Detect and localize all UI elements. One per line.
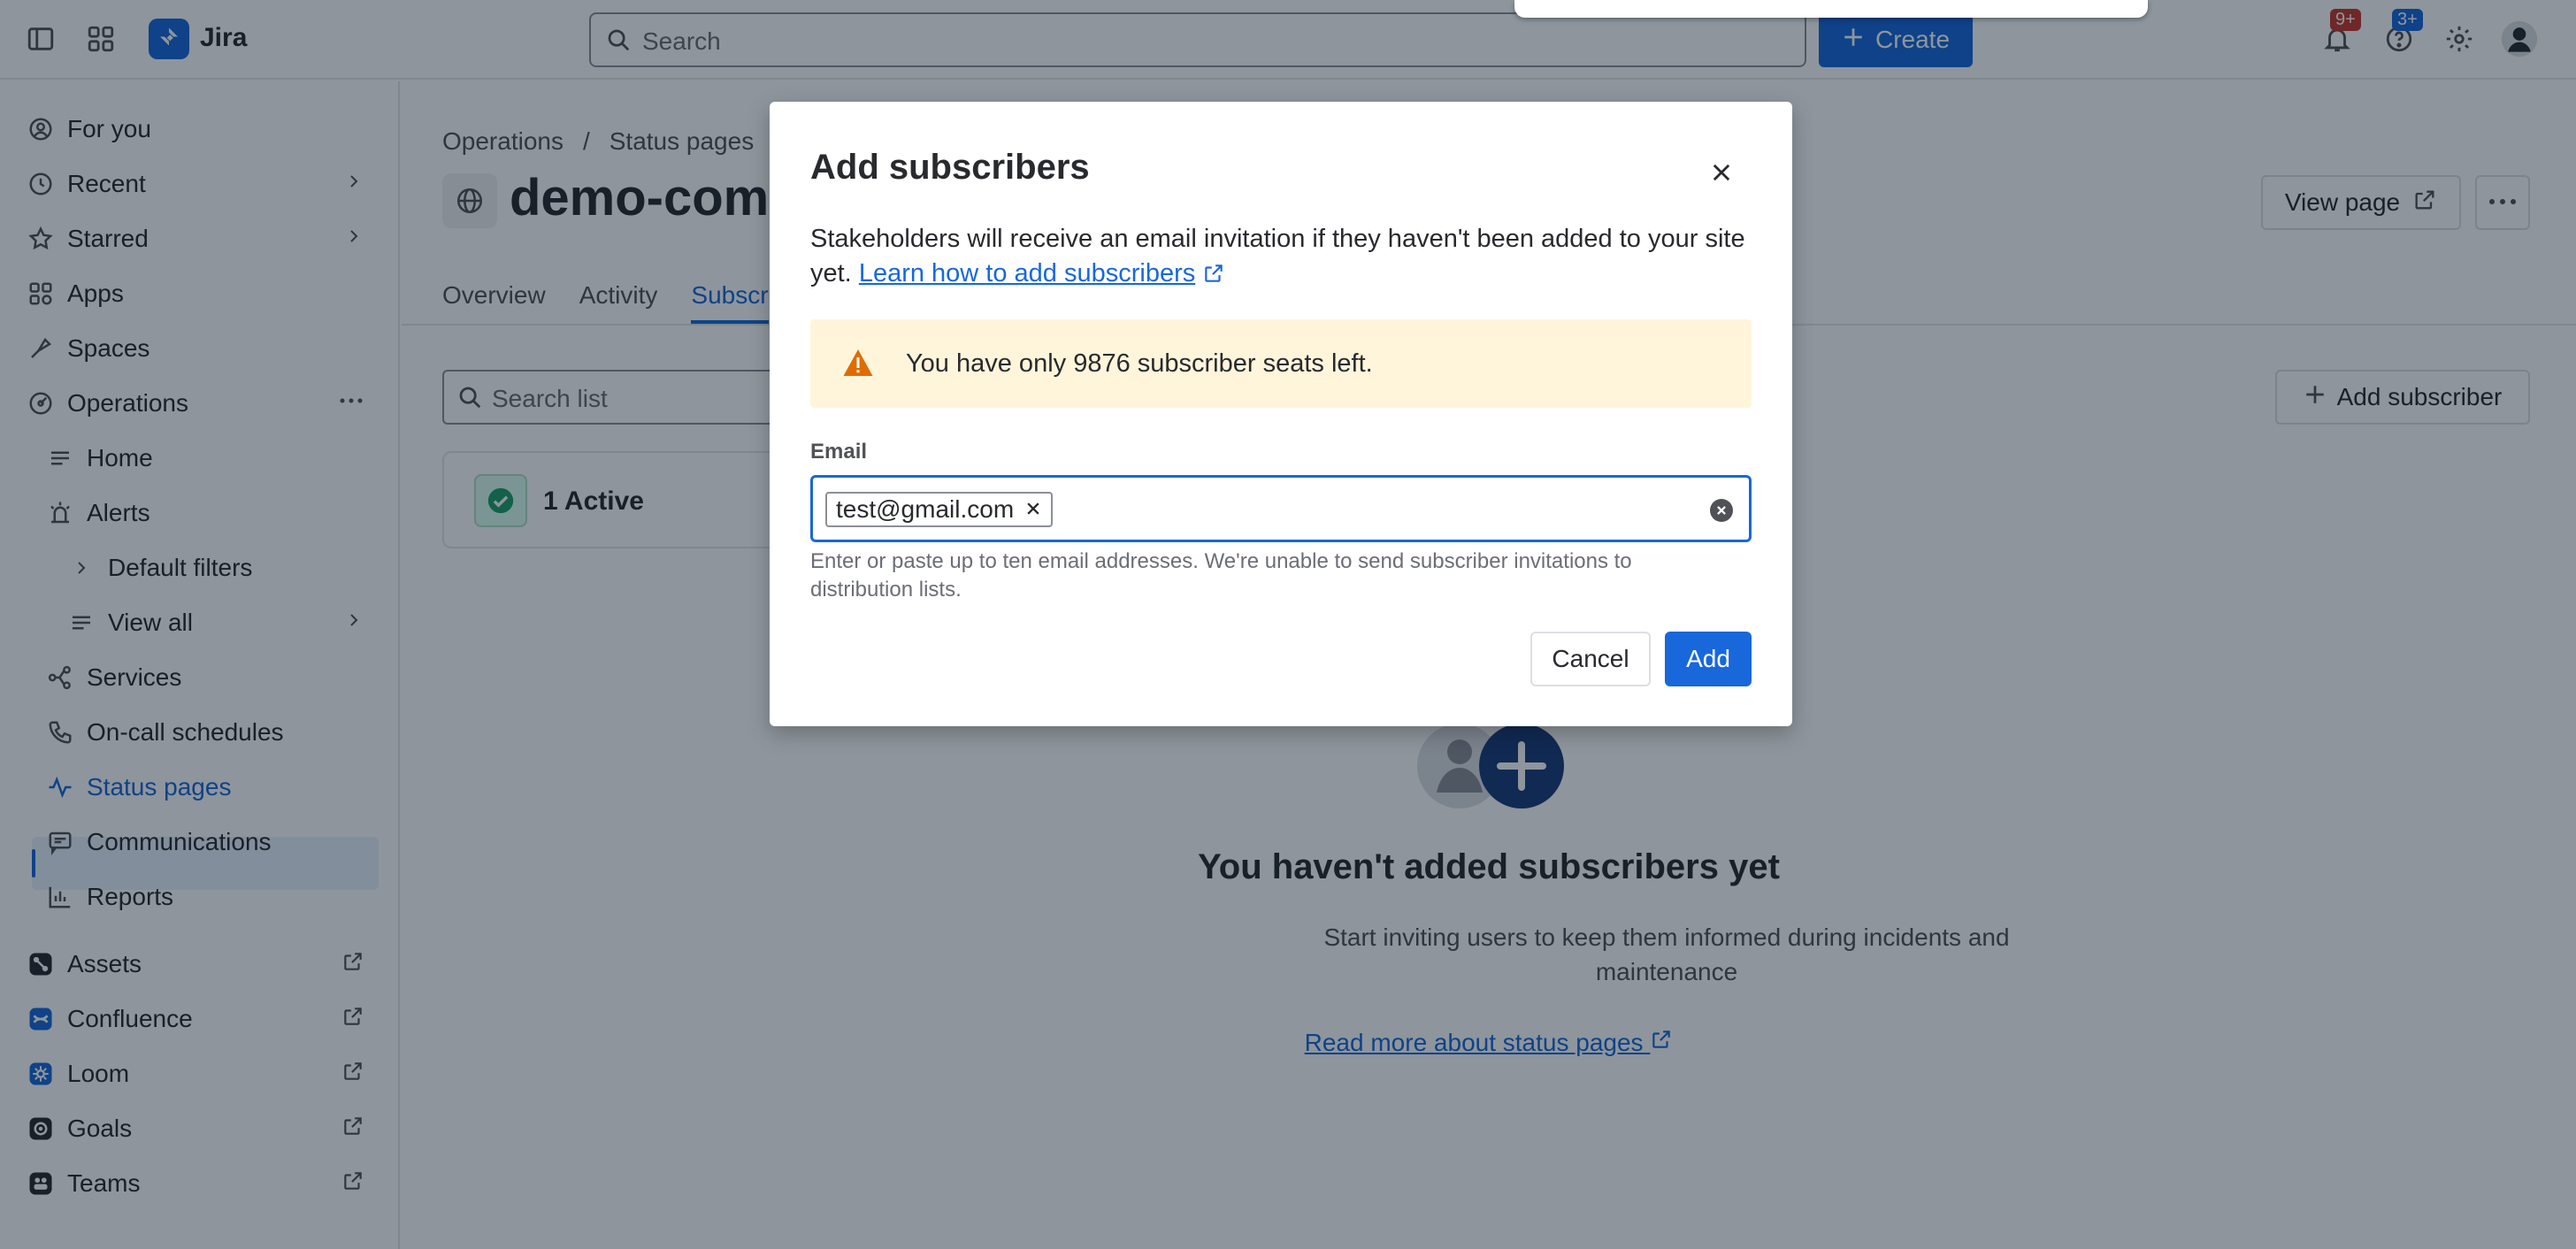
remove-chip-icon[interactable]	[1024, 495, 1042, 524]
cancel-button[interactable]: Cancel	[1530, 632, 1651, 686]
clear-input-icon[interactable]	[1710, 499, 1733, 522]
dialog-description: Stakeholders will receive an email invit…	[810, 222, 1766, 291]
add-subscribers-dialog: Add subscribers Stakeholders will receiv…	[770, 102, 1792, 726]
email-helper-text: Enter or paste up to ten email addresses…	[810, 549, 1632, 602]
email-input[interactable]: test@gmail.com	[810, 475, 1752, 542]
email-label: Email	[810, 440, 868, 464]
email-chip-text: test@gmail.com	[836, 495, 1015, 523]
top-dropdown-panel	[1514, 0, 2148, 18]
external-link-icon	[1202, 259, 1225, 287]
close-icon[interactable]	[1702, 153, 1741, 192]
email-chip: test@gmail.com	[825, 492, 1054, 527]
add-button[interactable]: Add	[1665, 632, 1752, 686]
dialog-title: Add subscribers	[810, 148, 1090, 187]
learn-more-label: Learn how to add subscribers	[858, 259, 1196, 288]
warning-text: You have only 9876 subscriber seats left…	[906, 349, 1373, 378]
learn-more-link[interactable]: Learn how to add subscribers	[859, 259, 1195, 287]
seats-warning-banner: You have only 9876 subscriber seats left…	[810, 319, 1752, 408]
warning-icon	[842, 348, 874, 382]
